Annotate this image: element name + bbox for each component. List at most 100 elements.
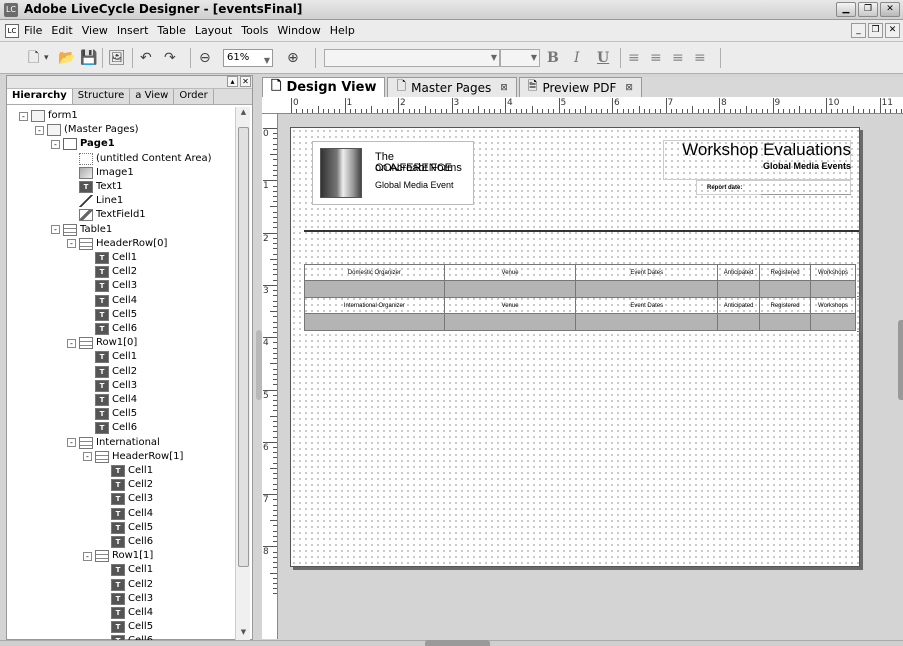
tree-node[interactable]: - Page1 bbox=[51, 137, 115, 151]
table-row[interactable] bbox=[304, 280, 856, 298]
preview-icon[interactable]: 🖼 bbox=[108, 48, 126, 68]
minimize-button[interactable]: ▁ bbox=[836, 2, 856, 17]
data-cell[interactable] bbox=[443, 280, 577, 298]
tree-node[interactable]: T Cell5 bbox=[99, 620, 153, 634]
tree-node[interactable]: T Cell1 bbox=[99, 464, 153, 478]
align-right-icon[interactable]: ≡ bbox=[672, 48, 684, 68]
header-cell[interactable]: Venue bbox=[443, 264, 577, 281]
data-cell[interactable] bbox=[759, 280, 811, 298]
form-subtitle[interactable]: Global Media Events bbox=[763, 161, 851, 171]
data-cell[interactable] bbox=[304, 313, 445, 331]
align-center-icon[interactable]: ≡ bbox=[650, 48, 662, 68]
header-cell[interactable]: Venue bbox=[443, 297, 577, 314]
header-cell[interactable]: Event Dates bbox=[575, 297, 719, 314]
menu-window[interactable]: Window bbox=[277, 24, 320, 37]
save-icon[interactable]: 💾 bbox=[80, 48, 97, 68]
tab-structure[interactable]: Structure bbox=[73, 89, 131, 104]
tree-node[interactable]: T Cell4 bbox=[99, 507, 153, 521]
table-header-row[interactable]: Domestic Organizer Venue Event Dates Ant… bbox=[304, 264, 856, 281]
tree-node[interactable]: T Cell1 bbox=[83, 251, 137, 265]
header-cell[interactable]: Anticipated bbox=[717, 264, 761, 281]
tree-node[interactable]: T Cell5 bbox=[99, 521, 153, 535]
data-cell[interactable] bbox=[810, 313, 856, 331]
design-canvas[interactable]: The CONFERENCE on Acroabt Forms Global M… bbox=[279, 114, 901, 639]
tree-node[interactable]: Image1 bbox=[67, 166, 134, 180]
bold-icon[interactable]: B bbox=[547, 48, 559, 68]
tree-node[interactable]: T Cell2 bbox=[83, 365, 137, 379]
tree-node[interactable]: T Cell4 bbox=[83, 393, 137, 407]
maximize-button[interactable]: ❐ bbox=[858, 2, 878, 17]
header-cell[interactable]: Registered bbox=[759, 297, 811, 314]
tree-node[interactable]: - Row1[0] bbox=[67, 336, 137, 350]
tab-data-view[interactable]: a View bbox=[130, 89, 175, 104]
zoom-field[interactable]: 61% ▼ bbox=[223, 49, 273, 67]
right-panel-handle[interactable] bbox=[898, 320, 903, 400]
data-cell[interactable] bbox=[717, 280, 761, 298]
logo-block[interactable]: The CONFERENCE on Acroabt Forms Global M… bbox=[312, 141, 474, 205]
menu-table[interactable]: Table bbox=[157, 24, 185, 37]
zoom-in-icon[interactable]: ⊕ bbox=[287, 48, 299, 68]
tree-scrollbar[interactable]: ▲ ▼ bbox=[235, 107, 250, 640]
collapse-icon[interactable]: - bbox=[67, 338, 76, 348]
menu-insert[interactable]: Insert bbox=[117, 24, 149, 37]
table-row[interactable] bbox=[304, 313, 856, 331]
scrollbar-thumb[interactable] bbox=[238, 127, 249, 567]
tree-node[interactable]: T Cell5 bbox=[83, 407, 137, 421]
header-cell[interactable]: Event Dates bbox=[575, 264, 719, 281]
collapse-icon[interactable]: - bbox=[67, 438, 76, 448]
conference-image[interactable] bbox=[320, 148, 362, 198]
underline-icon[interactable]: U bbox=[597, 48, 609, 68]
table-header-row[interactable]: International Organizer Venue Event Date… bbox=[304, 297, 856, 314]
tab-design-view[interactable]: 🗋 Design View bbox=[262, 77, 386, 97]
chevron-down-icon[interactable]: ▼ bbox=[531, 53, 537, 62]
collapse-icon[interactable]: - bbox=[67, 239, 76, 249]
tree-node[interactable]: TextField1 bbox=[67, 208, 146, 222]
data-cell[interactable] bbox=[443, 313, 577, 331]
bottom-panel-handle[interactable] bbox=[425, 640, 490, 646]
header-divider-line[interactable] bbox=[304, 230, 859, 232]
data-cell[interactable] bbox=[810, 280, 856, 298]
font-size-select[interactable]: ▼ bbox=[500, 49, 540, 67]
header-cell[interactable]: International Organizer bbox=[304, 297, 445, 314]
tree-node[interactable]: T Cell4 bbox=[99, 606, 153, 620]
collapse-icon[interactable]: - bbox=[83, 551, 92, 561]
scroll-down-icon[interactable]: ▼ bbox=[238, 628, 249, 639]
tree-node[interactable]: (untitled Content Area) bbox=[67, 152, 212, 166]
undo-icon[interactable]: ↶ bbox=[140, 48, 152, 68]
tree-node[interactable]: T Cell3 bbox=[83, 279, 137, 293]
close-button[interactable]: ✕ bbox=[880, 2, 900, 17]
scroll-up-icon[interactable]: ▲ bbox=[238, 108, 249, 119]
align-left-icon[interactable]: ≡ bbox=[628, 48, 640, 68]
chevron-down-icon[interactable]: ▼ bbox=[491, 53, 497, 62]
panel-close-icon[interactable]: ✕ bbox=[240, 76, 251, 87]
tree-node[interactable]: T Cell3 bbox=[83, 379, 137, 393]
tab-hierarchy[interactable]: Hierarchy bbox=[7, 89, 73, 104]
tree-node[interactable]: T Cell2 bbox=[99, 578, 153, 592]
panel-collapse-icon[interactable]: ▴ bbox=[227, 76, 238, 87]
tree-node[interactable]: T Cell1 bbox=[83, 350, 137, 364]
tree-node[interactable]: T Cell3 bbox=[99, 492, 153, 506]
font-name-select[interactable]: ▼ bbox=[324, 49, 500, 67]
tree-node[interactable]: T Cell2 bbox=[83, 265, 137, 279]
data-cell[interactable] bbox=[717, 313, 761, 331]
tab-master-pages[interactable]: 🗋 Master Pages ⊠ bbox=[387, 77, 517, 97]
document-menu-icon[interactable]: LC bbox=[5, 24, 19, 38]
close-icon[interactable]: ⊠ bbox=[500, 83, 508, 93]
tree-node[interactable]: T Cell3 bbox=[99, 592, 153, 606]
menu-help[interactable]: Help bbox=[330, 24, 355, 37]
menu-tools[interactable]: Tools bbox=[241, 24, 268, 37]
tree-node[interactable]: T Cell5 bbox=[83, 308, 137, 322]
tree-node[interactable]: - Row1[1] bbox=[83, 549, 153, 563]
tree-node[interactable]: - (Master Pages) bbox=[35, 123, 139, 137]
collapse-icon[interactable]: - bbox=[51, 139, 60, 149]
collapse-icon[interactable]: - bbox=[83, 452, 92, 462]
close-icon[interactable]: ⊠ bbox=[625, 83, 633, 93]
tree-node[interactable]: T Cell1 bbox=[99, 563, 153, 577]
tree-node[interactable]: TCell6 bbox=[83, 322, 137, 336]
menu-edit[interactable]: Edit bbox=[51, 24, 72, 37]
italic-icon[interactable]: I bbox=[574, 48, 580, 68]
tab-order[interactable]: Order bbox=[174, 89, 214, 104]
header-cell[interactable]: Domestic Organizer bbox=[304, 264, 445, 281]
new-dropdown-icon[interactable]: ▾ bbox=[44, 48, 49, 68]
chevron-down-icon[interactable]: ▼ bbox=[264, 53, 270, 69]
